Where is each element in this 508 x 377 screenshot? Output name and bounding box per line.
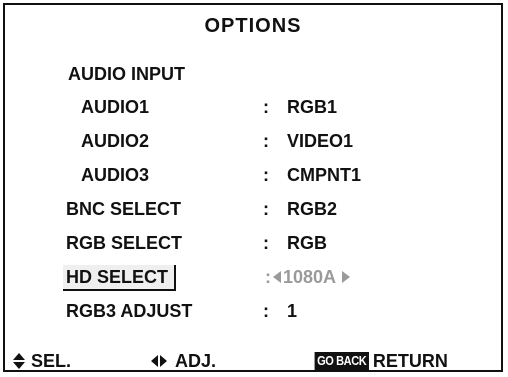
separator: : xyxy=(263,199,269,219)
audio-input-group: AUDIO INPUT xyxy=(5,61,501,87)
audio1-label: AUDIO1 xyxy=(81,97,150,117)
rgb-select-value: RGB xyxy=(287,233,327,253)
separator: : xyxy=(263,131,269,151)
left-right-arrow-icon xyxy=(151,355,167,367)
audio3-value: CMPNT1 xyxy=(287,165,362,185)
audio1-value: RGB1 xyxy=(287,97,338,117)
menu-item-rgb3-adjust[interactable]: RGB3 ADJUST : 1 xyxy=(5,298,501,324)
menu-item-rgb-select[interactable]: RGB SELECT : RGB xyxy=(5,230,501,256)
go-back-badge: GO BACK xyxy=(314,352,369,370)
menu-item-bnc-select[interactable]: BNC SELECT : RGB2 xyxy=(5,196,501,222)
footer-return-hint: GO BACK RETURN xyxy=(305,349,448,373)
menu-item-hd-select[interactable]: HD SELECT : 1080A xyxy=(5,264,501,291)
menu-title: OPTIONS xyxy=(204,15,302,37)
hd-select-value: 1080A xyxy=(283,267,337,287)
sel-label: SEL. xyxy=(31,350,72,371)
footer-sel-hint: SEL. xyxy=(13,349,71,373)
up-down-arrow-icon xyxy=(13,353,25,369)
hd-select-label: HD SELECT xyxy=(63,265,177,291)
rgb3-adjust-value: 1 xyxy=(287,301,298,321)
rgb-select-label: RGB SELECT xyxy=(66,233,183,253)
menu-footer: SEL. ADJ. GO BACK RETURN xyxy=(5,349,501,373)
audio2-value: VIDEO1 xyxy=(287,131,354,151)
audio3-label: AUDIO3 xyxy=(81,165,150,185)
separator: : xyxy=(263,301,269,321)
return-label: RETURN xyxy=(372,350,448,371)
menu-item-audio3[interactable]: AUDIO3 : CMPNT1 xyxy=(5,162,501,188)
audio-input-label: AUDIO INPUT xyxy=(68,64,185,84)
menu-item-audio2[interactable]: AUDIO2 : VIDEO1 xyxy=(5,128,501,154)
separator: : xyxy=(263,165,269,185)
separator: : xyxy=(265,267,271,287)
options-menu-panel: OPTIONS AUDIO INPUT AUDIO1 : RGB1 AUDIO2… xyxy=(3,3,503,372)
bnc-select-value: RGB2 xyxy=(287,199,338,219)
hd-select-value-control[interactable]: 1080A xyxy=(273,264,351,290)
right-arrow-icon xyxy=(342,271,351,283)
rgb3-adjust-label: RGB3 ADJUST xyxy=(66,301,193,321)
left-arrow-icon xyxy=(273,271,281,283)
footer-adj-hint: ADJ. xyxy=(151,349,216,373)
separator: : xyxy=(263,233,269,253)
separator: : xyxy=(263,97,269,117)
menu-item-audio1[interactable]: AUDIO1 : RGB1 xyxy=(5,94,501,120)
audio2-label: AUDIO2 xyxy=(81,131,150,151)
bnc-select-label: BNC SELECT xyxy=(66,199,182,219)
adj-label: ADJ. xyxy=(175,350,217,371)
